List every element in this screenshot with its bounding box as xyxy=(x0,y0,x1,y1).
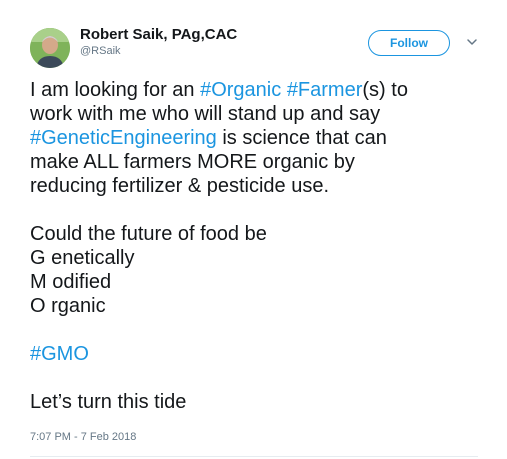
tweet-line: M odified xyxy=(30,271,112,293)
tweet-line: G enetically xyxy=(30,247,135,269)
hashtag-farmer[interactable]: #Farmer xyxy=(287,79,363,101)
hashtag-organic[interactable]: #Organic xyxy=(200,79,281,101)
tweet-line: work with me who will stand up and say xyxy=(30,103,381,125)
tweet-text: I am looking for an #Organic #Farmer(s) … xyxy=(30,78,490,414)
avatar[interactable] xyxy=(30,28,70,68)
tweet-line: I am looking for an #Organic #Farmer(s) … xyxy=(30,79,408,101)
hashtag-gmo[interactable]: #GMO xyxy=(30,343,89,365)
tweet-line: #GMO xyxy=(30,342,490,366)
follow-button[interactable]: Follow xyxy=(368,30,450,56)
tweet-line: O rganic xyxy=(30,295,106,317)
author-name[interactable]: Robert Saik, PAg,CAC xyxy=(80,26,237,43)
tweet-line: Could the future of food be xyxy=(30,223,267,245)
tweet-line: #GeneticEngineering is science that can xyxy=(30,127,387,149)
divider xyxy=(30,456,478,457)
tweet-line: reducing fertilizer & pesticide use. xyxy=(30,175,330,197)
profile-photo xyxy=(30,28,70,68)
tweet-timestamp[interactable]: 7:07 PM - 7 Feb 2018 xyxy=(30,431,136,443)
hashtag-genetic-engineering[interactable]: #GeneticEngineering xyxy=(30,127,217,149)
tweet-line: make ALL farmers MORE organic by xyxy=(30,151,355,173)
tweet-line: Let’s turn this tide xyxy=(30,391,187,413)
chevron-down-icon[interactable] xyxy=(466,36,478,48)
author-handle[interactable]: @RSaik xyxy=(80,45,121,57)
